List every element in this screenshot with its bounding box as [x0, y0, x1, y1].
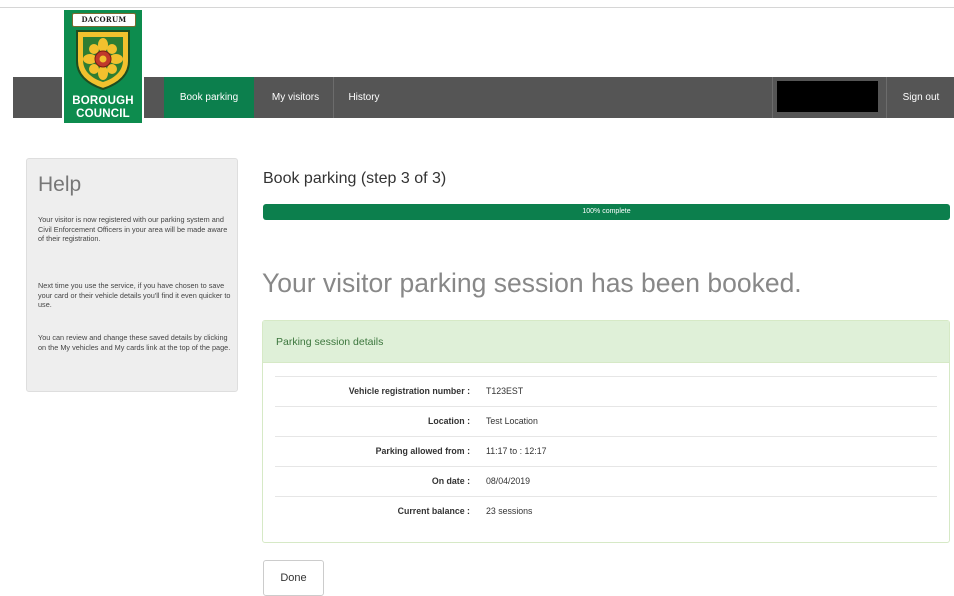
nav-divider [886, 77, 887, 118]
nav-book-parking[interactable]: Book parking [164, 77, 254, 118]
detail-value-location: Test Location [486, 416, 538, 426]
coat-of-arms-icon [76, 30, 130, 91]
help-title: Help [38, 173, 82, 196]
help-paragraph: Your visitor is now registered with our … [38, 215, 228, 244]
council-logo[interactable]: DACORUM BOROUGH COUNCIL [62, 8, 144, 125]
logo-text-borough: BOROUGH [64, 95, 142, 108]
detail-value-current-balance: 23 sessions [486, 506, 533, 516]
nav-divider [772, 77, 773, 118]
sign-out-link[interactable]: Sign out [888, 77, 954, 118]
progress-bar: 100% complete [263, 204, 950, 220]
confirmation-heading: Your visitor parking session has been bo… [262, 268, 802, 298]
detail-value-on-date: 08/04/2019 [486, 476, 531, 486]
page-title: Book parking (step 3 of 3) [263, 170, 447, 187]
row-divider [275, 406, 937, 407]
redacted-account-name [777, 81, 878, 112]
detail-label-parking-allowed-from: Parking allowed from : [375, 446, 470, 456]
row-divider [275, 496, 937, 497]
help-paragraph: Next time you use the service, if you ha… [38, 281, 231, 310]
row-divider [275, 436, 937, 437]
help-panel: Help Your visitor is now registered with… [26, 158, 238, 392]
row-divider [275, 466, 937, 467]
parking-session-details-panel: Parking session details Vehicle registra… [262, 320, 950, 543]
nav-my-visitors[interactable]: My visitors [258, 77, 333, 118]
detail-value-vehicle-registration: T123EST [486, 386, 524, 396]
logo-text-council: COUNCIL [76, 108, 130, 120]
panel-heading: Parking session details [263, 321, 949, 363]
nav-history[interactable]: History [335, 77, 393, 118]
detail-label-location: Location : [427, 416, 470, 426]
logo-banner: DACORUM [72, 13, 136, 27]
help-paragraph: You can review and change these saved de… [38, 333, 231, 352]
row-divider [275, 376, 937, 377]
panel-heading-text: Parking session details [276, 336, 384, 348]
detail-label-current-balance: Current balance : [397, 506, 470, 516]
detail-label-vehicle-registration: Vehicle registration number : [348, 386, 470, 396]
done-button[interactable]: Done [263, 560, 324, 596]
detail-label-on-date: On date : [431, 476, 470, 486]
nav-divider [333, 77, 334, 118]
detail-value-parking-allowed-from: 11:17 to : 12:17 [486, 446, 547, 456]
